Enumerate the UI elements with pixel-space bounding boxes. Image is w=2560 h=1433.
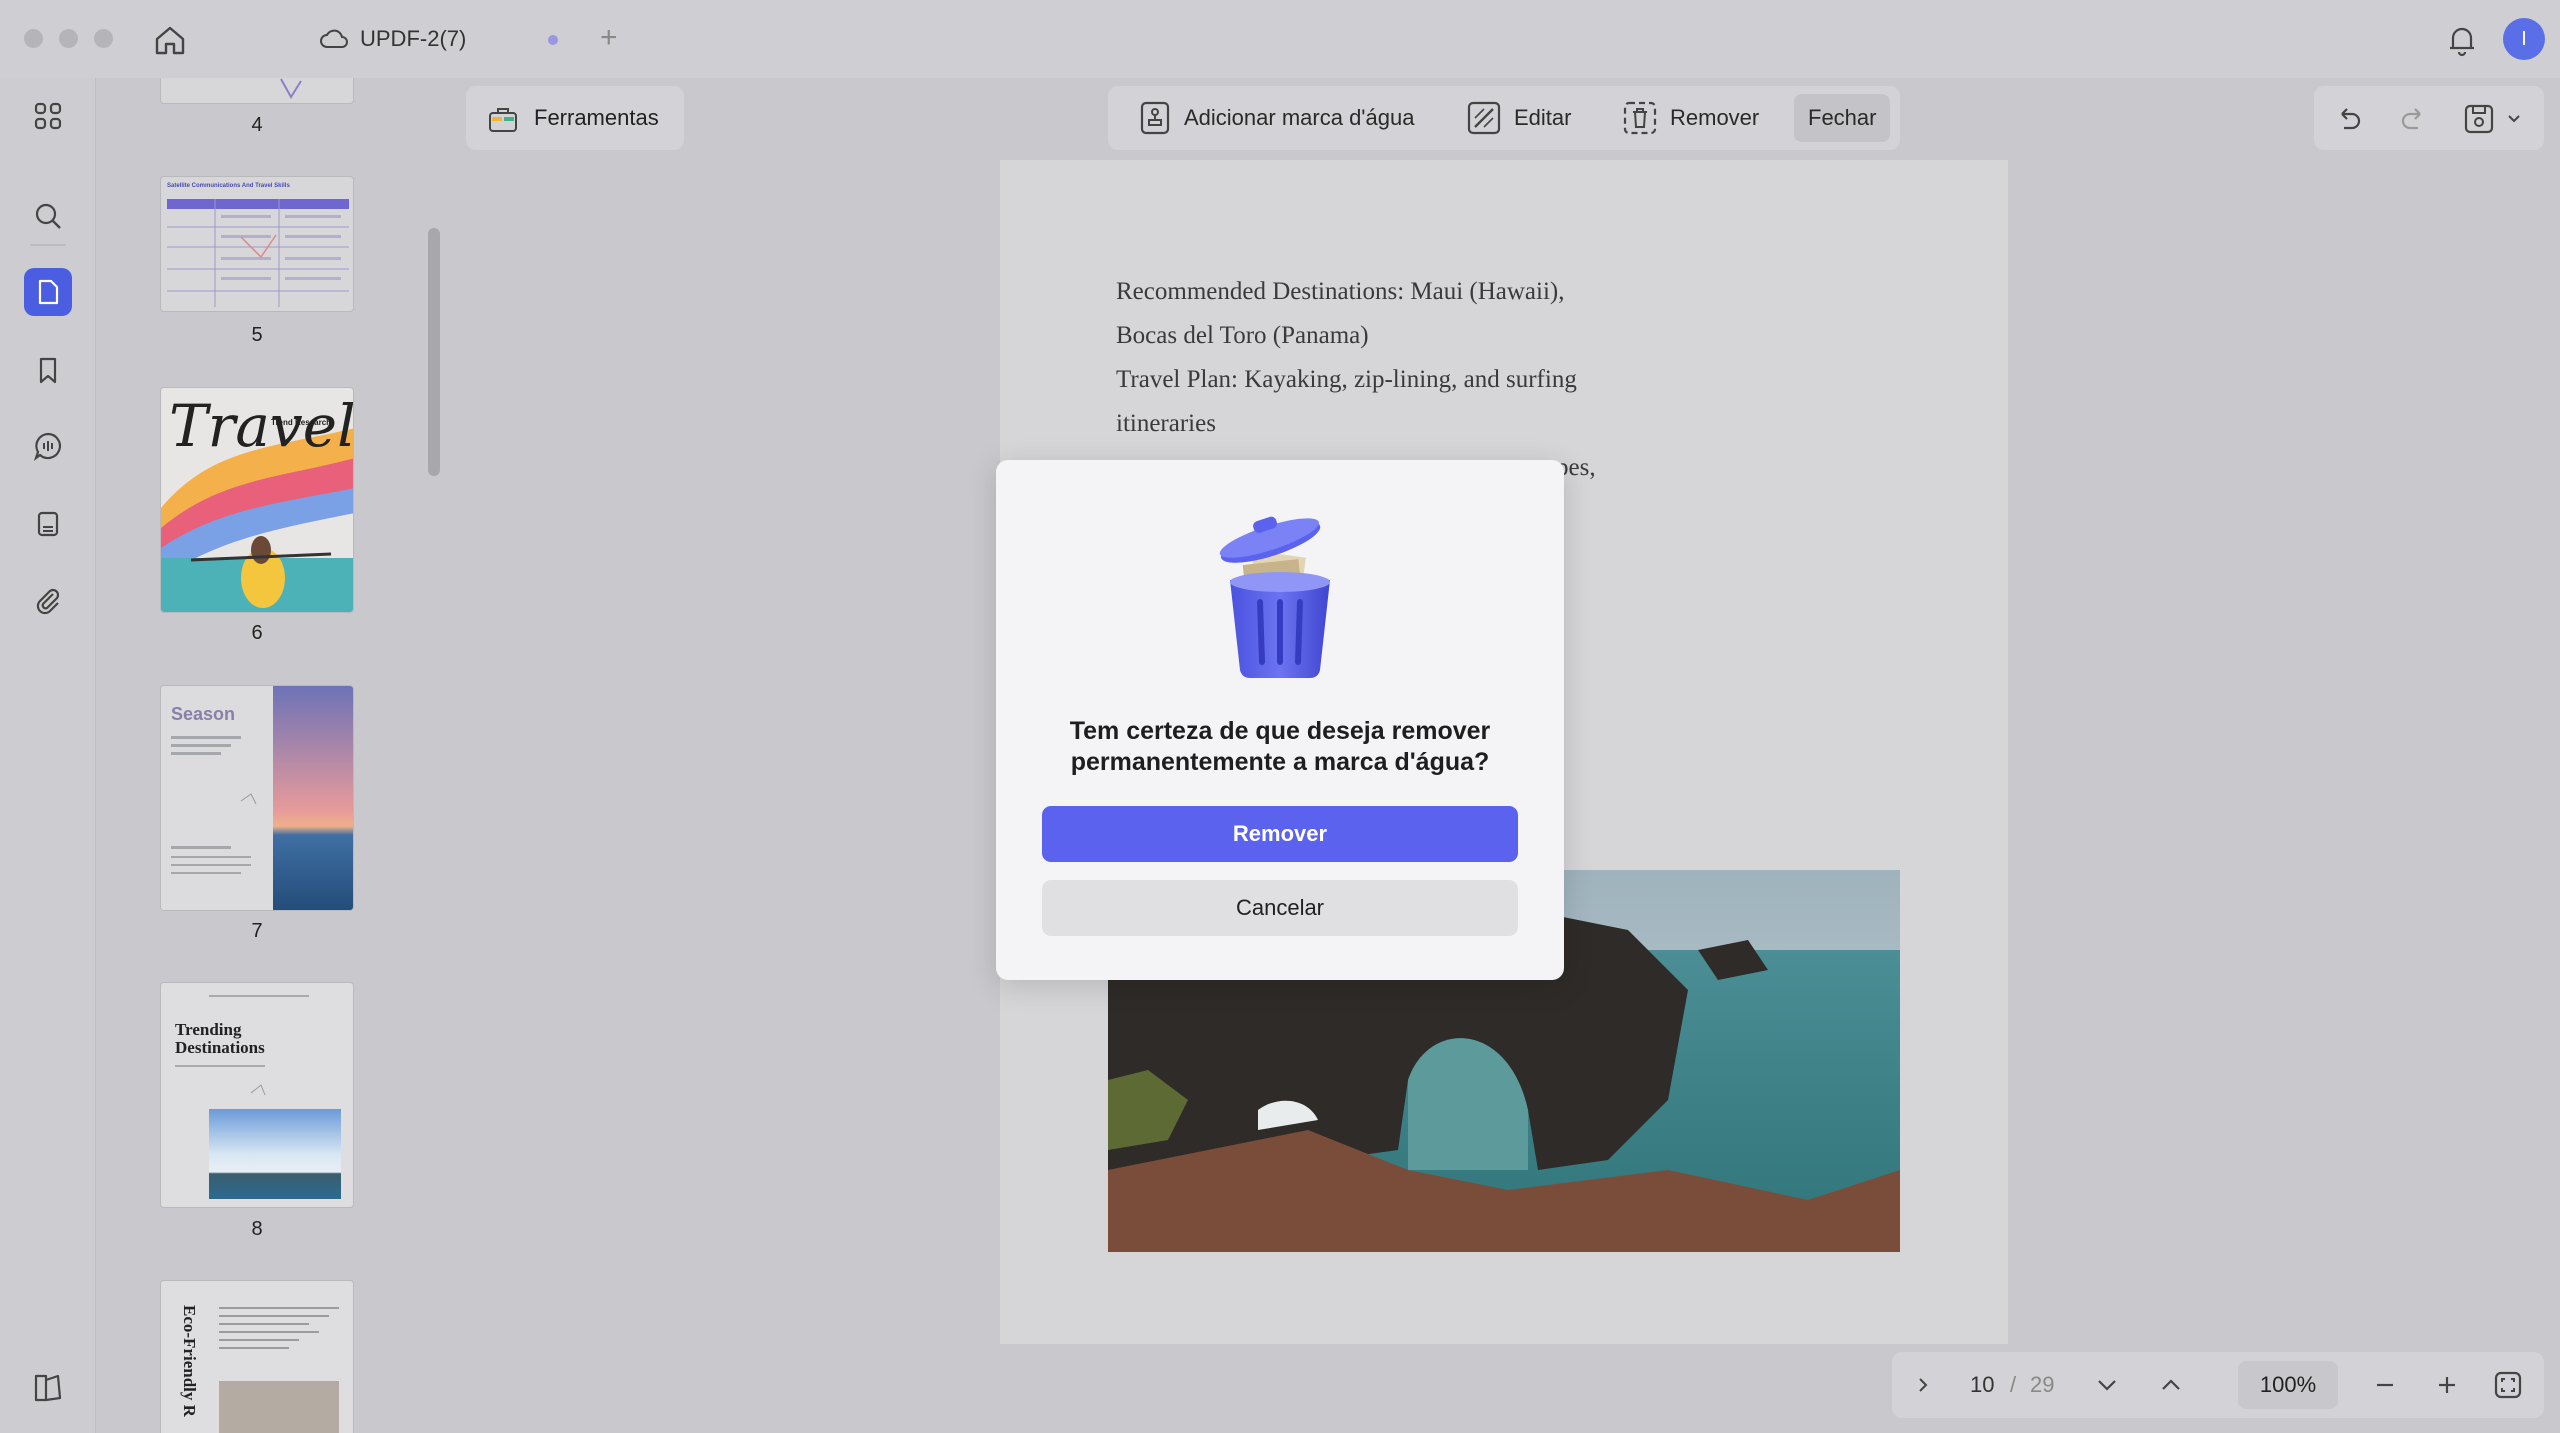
fit-page-icon[interactable] (2492, 1369, 2524, 1401)
toolbox-icon (489, 108, 517, 132)
sidebar-toggle-icon[interactable] (30, 1370, 66, 1406)
chevron-down-icon[interactable] (2506, 112, 2522, 126)
document-text-line: itineraries (1116, 410, 1216, 437)
thumbnail-number: 8 (251, 1218, 263, 1240)
total-pages: 29 (2030, 1372, 2055, 1397)
thumbnail-scrollbar[interactable] (428, 228, 440, 476)
thumbnail-subheading: Trend Research (271, 418, 332, 427)
thumbnail-number: 5 (251, 324, 263, 346)
thumbnail-heading: Trending Destinations (175, 1020, 265, 1057)
remove-watermark-button[interactable]: Remover (1608, 94, 1773, 142)
document-text-line: Recommended Destinations: Maui (Hawaii), (1116, 278, 1565, 305)
zoom-in-icon[interactable] (2434, 1372, 2460, 1398)
remove-watermark-dialog: Tem certeza de que deseja remover perman… (996, 460, 1564, 980)
thumbnail-number: 4 (251, 114, 263, 136)
chevron-right-icon[interactable] (1912, 1374, 1934, 1396)
home-icon[interactable] (152, 22, 188, 58)
new-tab-button[interactable]: + (600, 22, 618, 54)
tab-title: UPDF-2(7) (360, 26, 467, 51)
trash-icon (1219, 516, 1330, 678)
undo-icon[interactable] (2334, 104, 2364, 134)
watermark-toolbar: Adicionar marca d'água Editar Remover Fe… (1108, 86, 1900, 150)
page-navigation-bar: 10 / 29 100% (1892, 1352, 2544, 1418)
remove-watermark-icon (1623, 101, 1657, 135)
tools-button[interactable]: Ferramentas (466, 86, 684, 150)
thumbnail-heading: Season (171, 704, 236, 724)
current-page-input[interactable]: 10 (1970, 1372, 1994, 1398)
add-watermark-icon (1140, 101, 1170, 135)
bookmark-icon[interactable] (24, 346, 72, 394)
add-watermark-label: Adicionar marca d'água (1184, 105, 1415, 130)
thumbnail-panel: 4 Satellite Communications And Travel Sk… (96, 78, 450, 1433)
zoom-level[interactable]: 100% (2238, 1361, 2338, 1409)
thumbnail-page-7[interactable]: Season (160, 685, 354, 911)
document-text-line: Travel Plan: Kayaking, zip-lining, and s… (1116, 366, 1577, 393)
cloud-icon (320, 29, 348, 48)
dialog-message-line: Tem certeza de que deseja remover (1069, 717, 1491, 745)
comment-icon[interactable] (24, 422, 72, 470)
thumbnails-grid-icon[interactable] (24, 92, 72, 140)
search-icon[interactable] (24, 192, 72, 240)
unsaved-dot (548, 35, 558, 45)
attachment-icon[interactable] (24, 576, 72, 624)
close-watermark-button[interactable]: Fechar (1794, 94, 1891, 142)
cancel-button[interactable]: Cancelar (1042, 880, 1518, 936)
remove-watermark-label: Remover (1670, 105, 1760, 130)
title-bar: UPDF-2(7) + I (0, 0, 2560, 78)
window-close-button[interactable] (24, 29, 43, 48)
zoom-out-icon[interactable] (2372, 1372, 2398, 1398)
dialog-message: Tem certeza de que deseja remover perman… (1026, 716, 1534, 778)
edit-watermark-button[interactable]: Editar (1452, 94, 1585, 142)
redo-icon[interactable] (2398, 104, 2428, 134)
edit-watermark-icon (1467, 101, 1501, 135)
thumbnail-page-9[interactable]: Eco-Friendly R (160, 1280, 354, 1433)
page-separator: / (2010, 1372, 2017, 1397)
window-zoom-button[interactable] (94, 29, 113, 48)
form-icon[interactable] (24, 500, 72, 548)
thumbnail-page-4[interactable] (160, 78, 354, 104)
tools-label: Ferramentas (534, 105, 659, 130)
thumbnail-heading: Eco-Friendly R (180, 1305, 199, 1417)
document-text-line: Bocas del Toro (Panama) (1116, 322, 1369, 349)
thumbnail-page-6[interactable]: Travel Trend Research (160, 387, 354, 613)
next-page-icon[interactable] (2094, 1372, 2120, 1398)
document-tab[interactable]: UPDF-2(7) (320, 14, 580, 64)
thumbnail-number: 6 (251, 622, 263, 644)
rail-divider (30, 244, 66, 246)
avatar[interactable]: I (2503, 18, 2545, 60)
thumbnail-number: 7 (251, 920, 263, 942)
confirm-remove-button[interactable]: Remover (1042, 806, 1518, 862)
dialog-message-line: permanentemente a marca d'água? (1070, 748, 1490, 776)
close-watermark-label: Fechar (1808, 105, 1877, 130)
thumbnail-page-8[interactable]: Trending Destinations (160, 982, 354, 1208)
edit-watermark-label: Editar (1514, 105, 1572, 130)
left-rail (0, 78, 96, 1433)
history-toolbar (2314, 86, 2544, 150)
thumbnail-page-5[interactable]: Satellite Communications And Travel Skil… (160, 176, 354, 312)
save-icon[interactable] (2462, 102, 2496, 136)
previous-page-icon[interactable] (2158, 1372, 2184, 1398)
add-watermark-button[interactable]: Adicionar marca d'água (1124, 94, 1428, 142)
bell-icon[interactable] (2444, 22, 2480, 58)
window-minimize-button[interactable] (59, 29, 78, 48)
pages-icon[interactable] (24, 268, 72, 316)
